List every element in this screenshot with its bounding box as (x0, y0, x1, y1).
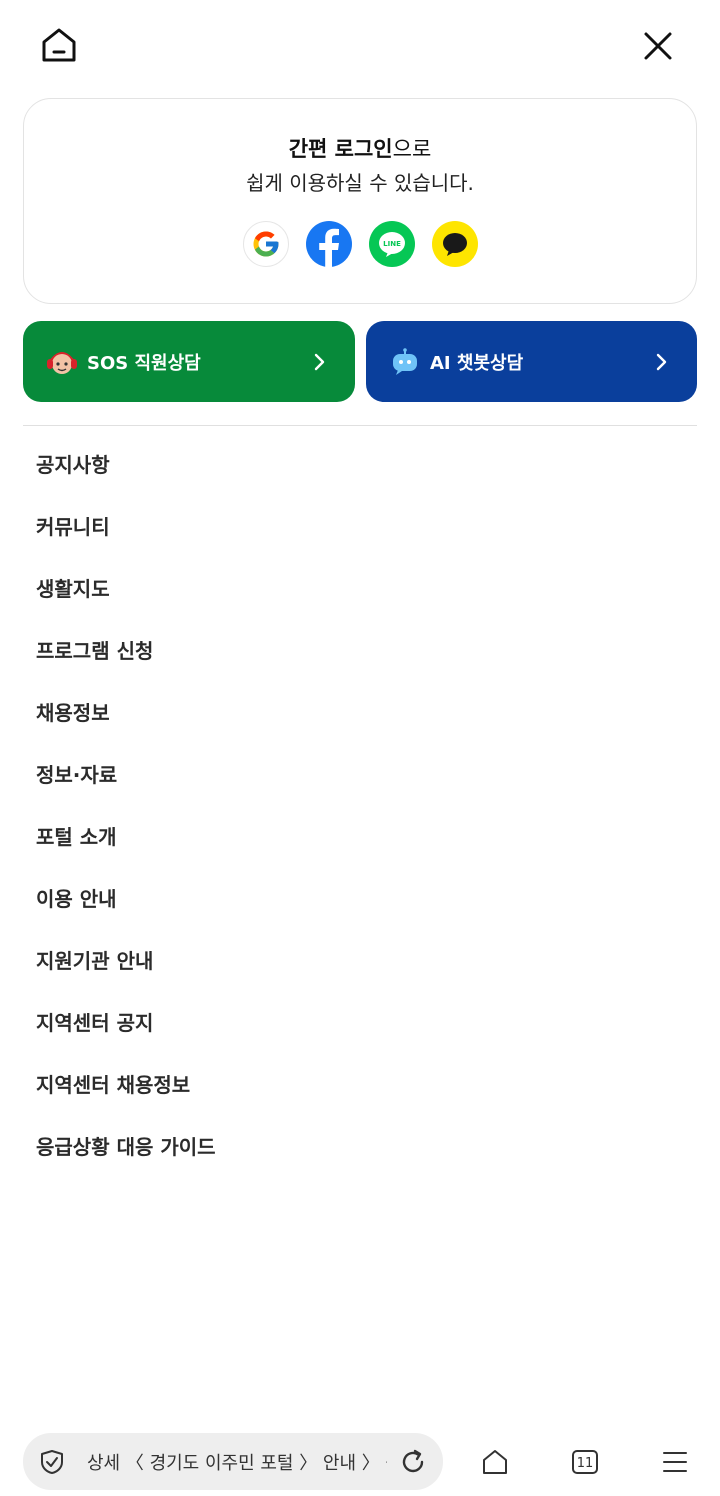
menu-item[interactable]: 커뮤니티 (36, 496, 216, 558)
menu-divider (23, 425, 697, 426)
tabs-button[interactable]: 11 (570, 1447, 600, 1477)
menu-item[interactable]: 지역센터 공지 (36, 992, 216, 1054)
ai-chatbot-label: AI 챗봇상담 (430, 352, 524, 374)
reload-icon[interactable] (399, 1448, 427, 1476)
top-bar (0, 0, 720, 88)
menu-item[interactable]: 공지사항 (36, 434, 216, 496)
hamburger-menu-icon[interactable] (660, 1447, 690, 1477)
tabs-icon: 11 (572, 1450, 598, 1474)
close-icon[interactable] (636, 24, 680, 68)
kakao-icon (442, 233, 467, 256)
google-icon (253, 231, 278, 257)
social-login-row: LINE (24, 221, 696, 267)
login-headline: 간편 로그인으로 (288, 137, 432, 161)
menu-item[interactable]: 포털 소개 (36, 806, 216, 868)
sos-mascot-icon (45, 345, 79, 379)
menu-item[interactable]: 이용 안내 (36, 868, 216, 930)
kakao-login-button[interactable] (431, 221, 478, 267)
browser-bottom-bar: 상세 〈 경기도 이주민 포털 〉 안내 〉 공지 11 (0, 1420, 720, 1496)
menu-item[interactable]: 응급상황 대응 가이드 (36, 1116, 216, 1178)
menu-item[interactable]: 지원기관 안내 (36, 930, 216, 992)
svg-text:LINE: LINE (383, 240, 401, 248)
home-icon[interactable] (38, 24, 80, 66)
chevron-right-icon (656, 353, 667, 370)
facebook-icon (318, 228, 339, 267)
browser-home-icon[interactable] (480, 1447, 510, 1477)
menu-item[interactable]: 채용정보 (36, 682, 216, 744)
line-icon: LINE (378, 232, 405, 257)
menu-item[interactable]: 생활지도 (36, 558, 216, 620)
line-login-button[interactable]: LINE (368, 221, 415, 267)
menu-item[interactable]: 지역센터 채용정보 (36, 1054, 216, 1116)
shield-check-icon (41, 1449, 63, 1474)
chatbot-icon (388, 345, 422, 379)
facebook-login-button[interactable] (305, 221, 352, 267)
google-login-button[interactable] (242, 221, 289, 267)
login-subtext: 쉽게 이용하실 수 있습니다. (246, 171, 474, 195)
sos-consult-label: SOS 직원상담 (87, 352, 201, 374)
tabs-count: 11 (577, 1456, 594, 1471)
menu-item[interactable]: 정보·자료 (36, 744, 216, 806)
address-bar[interactable]: 상세 〈 경기도 이주민 포털 〉 안내 〉 공지 (23, 1433, 443, 1490)
sos-consult-button[interactable]: SOS 직원상담 (23, 321, 355, 402)
address-text: 상세 〈 경기도 이주민 포털 〉 안내 〉 공지 (87, 1452, 387, 1474)
chevron-right-icon (314, 353, 325, 370)
menu-item[interactable]: 프로그램 신청 (36, 620, 216, 682)
main-menu-list: 공지사항 커뮤니티 생활지도 프로그램 신청 채용정보 정보·자료 포털 소개 … (36, 434, 216, 1178)
ai-chatbot-button[interactable]: AI 챗봇상담 (366, 321, 697, 402)
easy-login-card: 간편 로그인으로 쉽게 이용하실 수 있습니다. LINE (23, 98, 697, 304)
